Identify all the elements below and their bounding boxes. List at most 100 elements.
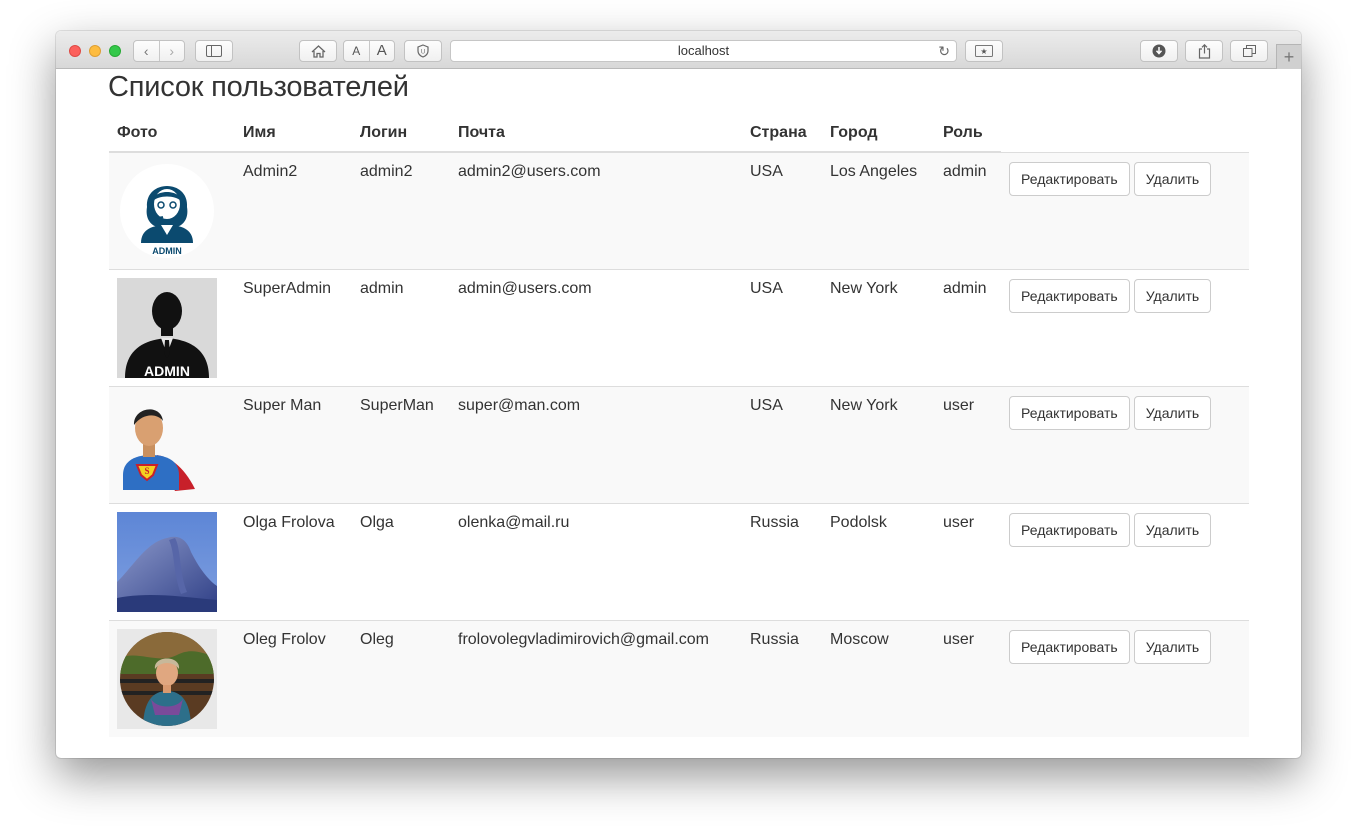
cell-role: user [935, 502, 1001, 620]
browser-window: ‹ › A A U localhost ↻ ★ + Список пользов… [56, 31, 1301, 758]
share-icon [1198, 43, 1210, 59]
share-button[interactable] [1185, 40, 1223, 62]
actions-cell: Редактировать Удалить [1001, 385, 1249, 503]
minimize-window-button[interactable] [89, 45, 101, 57]
photo-cell: ADMIN [109, 152, 235, 269]
cell-name: Oleg Frolov [235, 619, 352, 737]
new-tab-button[interactable]: + [1276, 44, 1301, 69]
table-row: ADMIN SuperAdmin admin admin@users.com U… [109, 268, 1249, 386]
cell-login: Olga [352, 502, 450, 620]
cell-name: Olga Frolova [235, 502, 352, 620]
page-title: Список пользователей [108, 71, 409, 103]
photo-cell: ADMIN [109, 268, 235, 386]
edit-button[interactable]: Редактировать [1009, 395, 1130, 430]
cell-country: USA [742, 385, 822, 503]
actions-cell: Редактировать Удалить [1001, 619, 1249, 737]
delete-button[interactable]: Удалить [1133, 629, 1212, 664]
cell-email: frolovolegvladimirovich@gmail.com [450, 619, 742, 737]
header-role: Роль [935, 115, 1001, 153]
photo-cell [109, 502, 235, 620]
fullscreen-window-button[interactable] [109, 45, 121, 57]
photo-cell [109, 619, 235, 737]
photo-cell: S [109, 385, 235, 503]
cell-login: SuperMan [352, 385, 450, 503]
delete-button[interactable]: Удалить [1133, 395, 1212, 430]
privacy-button[interactable]: U [404, 40, 442, 62]
cell-name: Super Man [235, 385, 352, 503]
sidebar-toggle-button[interactable] [195, 40, 233, 62]
cell-city: Los Angeles [822, 152, 935, 269]
cell-city: Moscow [822, 619, 935, 737]
delete-button[interactable]: Удалить [1133, 278, 1212, 313]
svg-text:S: S [144, 466, 149, 476]
person-round-photo [117, 628, 217, 729]
cell-name: SuperAdmin [235, 268, 352, 386]
mountain-photo [117, 511, 217, 612]
address-text: localhost [677, 43, 730, 58]
tabs-overview-button[interactable] [1230, 40, 1268, 62]
header-city: Город [822, 115, 935, 153]
text-larger-button[interactable]: A [368, 41, 395, 61]
header-photo: Фото [109, 115, 235, 153]
cell-email: olenka@mail.ru [450, 502, 742, 620]
admin-silhouette-avatar: ADMIN [117, 277, 217, 378]
forward-icon[interactable]: › [158, 41, 185, 61]
close-window-button[interactable] [69, 45, 81, 57]
header-actions [1001, 115, 1249, 153]
text-smaller-button[interactable]: A [344, 41, 369, 61]
actions-cell: Редактировать Удалить [1001, 502, 1249, 620]
downloads-button[interactable] [1140, 40, 1178, 62]
cell-login: admin [352, 268, 450, 386]
cell-login: Oleg [352, 619, 450, 737]
edit-button[interactable]: Редактировать [1009, 161, 1130, 196]
home-button[interactable] [299, 40, 337, 62]
page-content: Список пользователей Фото Имя Логин Почт… [56, 69, 1301, 758]
text-size-group: A A [343, 40, 395, 62]
cell-country: USA [742, 268, 822, 386]
reader-button[interactable]: ★ [965, 40, 1003, 62]
cell-role: user [935, 385, 1001, 503]
cell-country: USA [742, 152, 822, 269]
edit-button[interactable]: Редактировать [1009, 278, 1130, 313]
address-bar[interactable]: localhost ↻ [450, 40, 957, 62]
shield-icon: U [417, 44, 429, 58]
svg-text:U: U [421, 50, 425, 56]
cell-email: admin@users.com [450, 268, 742, 386]
superman-avatar: S [117, 394, 217, 495]
table-header-row: Фото Имя Логин Почта Страна Город Роль [109, 115, 1249, 153]
svg-text:★: ★ [980, 47, 987, 56]
header-login: Логин [352, 115, 450, 153]
tabs-icon [1242, 45, 1256, 57]
sidebar-icon [206, 45, 222, 57]
cell-city: New York [822, 385, 935, 503]
home-icon [311, 44, 325, 58]
table-row: Olga Frolova Olga olenka@mail.ru Russia … [109, 502, 1249, 620]
edit-button[interactable]: Редактировать [1009, 629, 1130, 664]
header-name: Имя [235, 115, 352, 153]
delete-button[interactable]: Удалить [1133, 512, 1212, 547]
avatar-label: ADMIN [144, 363, 190, 378]
reload-icon[interactable]: ↻ [938, 41, 950, 61]
cell-city: Podolsk [822, 502, 935, 620]
cell-country: Russia [742, 619, 822, 737]
cell-login: admin2 [352, 152, 450, 269]
cell-name: Admin2 [235, 152, 352, 269]
cell-country: Russia [742, 502, 822, 620]
back-icon[interactable]: ‹ [134, 41, 159, 61]
download-icon [1152, 44, 1166, 58]
delete-button[interactable]: Удалить [1133, 161, 1212, 196]
cell-city: New York [822, 268, 935, 386]
table-row: ADMIN Admin2 admin2 admin2@users.com USA… [109, 152, 1249, 269]
table-row: Oleg Frolov Oleg frolovolegvladimirovich… [109, 619, 1249, 737]
actions-cell: Редактировать Удалить [1001, 268, 1249, 386]
cell-email: super@man.com [450, 385, 742, 503]
avatar-label: ADMIN [152, 246, 182, 256]
edit-button[interactable]: Редактировать [1009, 512, 1130, 547]
admin-headset-avatar: ADMIN [117, 161, 217, 261]
history-nav-group: ‹ › [133, 40, 185, 62]
browser-toolbar: ‹ › A A U localhost ↻ ★ + [56, 31, 1301, 69]
header-email: Почта [450, 115, 742, 153]
users-table: Фото Имя Логин Почта Страна Город Роль A… [109, 115, 1249, 737]
table-row: S Super Man SuperMan super@man.com USA N… [109, 385, 1249, 503]
cell-role: admin [935, 152, 1001, 269]
